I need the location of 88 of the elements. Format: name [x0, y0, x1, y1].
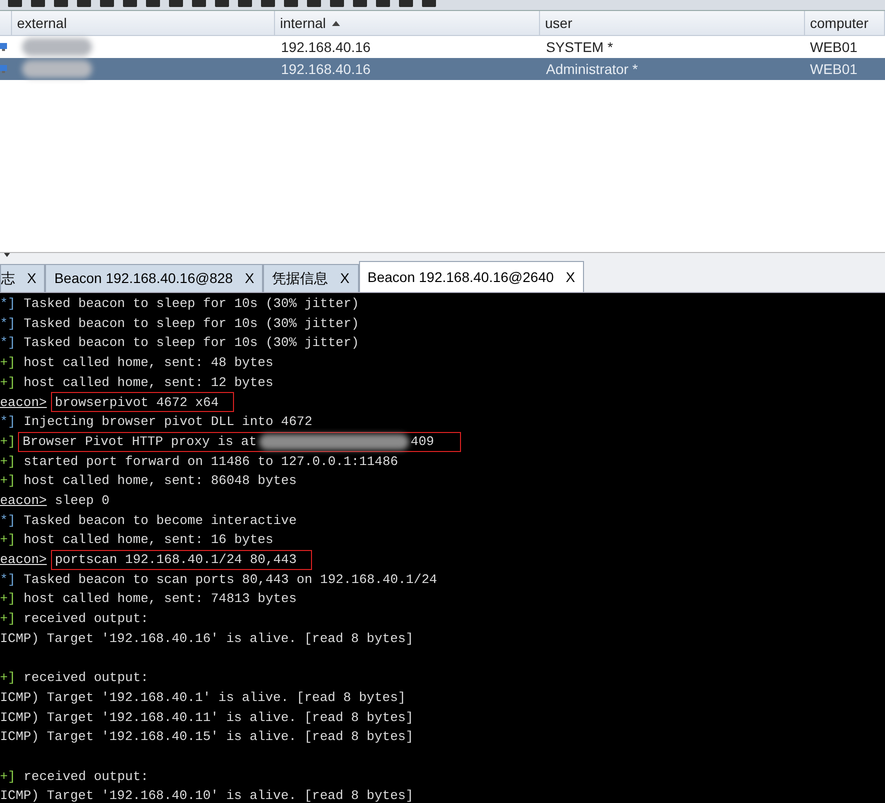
redaction-blur: [22, 38, 92, 56]
log-text: started port forward on 11486 to 127.0.0.1:11486: [24, 452, 398, 471]
toolbar-icon[interactable]: [8, 0, 22, 7]
toolbar-icon[interactable]: [77, 0, 91, 7]
status-prefix: *]: [0, 334, 16, 352]
monitor-icon: [0, 42, 7, 52]
column-header[interactable]: internal: [275, 11, 540, 35]
toolbar-icon[interactable]: [54, 0, 68, 7]
status-prefix: +]: [0, 432, 16, 451]
command-text: sleep 0: [54, 492, 110, 510]
log-text: 409: [410, 432, 434, 451]
toolbar-icon[interactable]: [192, 0, 206, 7]
toolbar-icon[interactable]: [169, 0, 183, 7]
log-text: received output:: [24, 610, 148, 628]
monitor-icon: [0, 64, 7, 74]
command-text: browserpivot 4672 x64: [54, 394, 219, 412]
status-prefix: +]: [0, 669, 16, 688]
table-cell-text: 192.168.40.16: [280, 60, 372, 78]
log-text: host called home, sent: 16 bytes: [24, 531, 274, 550]
prompt-label: eacon>: [0, 394, 47, 412]
close-tab-button[interactable]: X: [244, 268, 254, 289]
toolbar-icon[interactable]: [123, 0, 137, 7]
close-tab-button[interactable]: X: [27, 268, 36, 289]
toolbar-icon[interactable]: [238, 0, 252, 7]
table-row[interactable]: 192.168.40.16 Administrator * WEB01: [0, 58, 885, 80]
status-prefix: *]: [0, 295, 16, 314]
toolbar-icon[interactable]: [146, 0, 160, 7]
log-text: ICMP) Target '192.168.40.1' is alive. [read 8 bytes]: [0, 688, 406, 707]
log-text: Tasked beacon to become interactive: [24, 512, 297, 530]
tab[interactable]: Beacon 192.168.40.16@828 X: [45, 264, 264, 292]
log-text: ICMP) Target '192.168.40.10' is alive. [read 8 bytes]: [0, 787, 414, 803]
toolbar-icon[interactable]: [330, 0, 344, 7]
table-cell-text: WEB01: [809, 60, 858, 78]
status-prefix: +]: [0, 531, 16, 550]
toolbar-icon[interactable]: [215, 0, 229, 7]
status-prefix: +]: [0, 472, 16, 490]
status-prefix: *]: [0, 512, 16, 530]
log-text: ICMP) Target '192.168.40.11' is alive. [read 8 bytes]: [0, 708, 414, 727]
log-text: host called home, sent: 74813 bytes: [24, 590, 297, 608]
column-header[interactable]: computer: [805, 11, 885, 35]
status-prefix: +]: [0, 768, 16, 786]
column-header[interactable]: user: [540, 11, 805, 35]
status-prefix: +]: [0, 374, 16, 392]
log-text: received output:: [24, 768, 148, 786]
close-tab-button[interactable]: X: [340, 268, 350, 289]
command-text: portscan 192.168.40.1/24 80,443: [54, 551, 297, 570]
status-prefix: *]: [0, 413, 16, 432]
log-text: host called home, sent: 48 bytes: [24, 354, 274, 372]
toolbar-icon[interactable]: [353, 0, 367, 7]
sort-up-icon: [332, 20, 340, 26]
log-text: Injecting browser pivot DLL into 4672: [24, 413, 312, 432]
table-cell-text: 192.168.40.16: [280, 38, 372, 56]
log-text: received output:: [24, 669, 148, 688]
status-prefix: +]: [0, 590, 16, 608]
log-text: ICMP) Target '192.168.40.16' is alive. [read 8 bytes]: [0, 630, 414, 648]
status-prefix: +]: [0, 354, 16, 372]
log-text: host called home, sent: 86048 bytes: [24, 472, 297, 490]
column-header[interactable]: external: [12, 11, 275, 35]
tab[interactable]: Beacon 192.168.40.16@2640 X: [358, 261, 584, 292]
status-prefix: *]: [0, 314, 16, 333]
log-text: Browser Pivot HTTP proxy is at: [22, 432, 257, 451]
redaction-blur: [22, 60, 92, 78]
toolbar-icon[interactable]: [31, 0, 45, 7]
toolbar-icon[interactable]: [307, 0, 321, 7]
caret-icon[interactable]: [4, 253, 10, 257]
log-text: Tasked beacon to sleep for 10s (30% jitter): [24, 334, 360, 352]
prompt-label: eacon>: [0, 551, 47, 570]
status-prefix: +]: [0, 452, 16, 471]
toolbar-icon[interactable]: [100, 0, 114, 7]
prompt-label: eacon>: [0, 492, 47, 510]
toolbar-icon[interactable]: [376, 0, 390, 7]
toolbar-icon[interactable]: [422, 0, 436, 7]
tab[interactable]: 志 X: [0, 264, 46, 292]
log-text: Tasked beacon to sleep for 10s (30% jitter): [24, 295, 360, 314]
table-cell-text: Administrator *: [545, 60, 639, 78]
log-text: Tasked beacon to sleep for 10s (30% jitter): [24, 314, 360, 333]
log-text: ICMP) Target '192.168.40.15' is alive. [read 8 bytes]: [0, 728, 414, 746]
table-cell-text: WEB01: [809, 38, 858, 56]
toolbar-icon[interactable]: [284, 0, 298, 7]
status-prefix: +]: [0, 610, 16, 628]
log-text: Tasked beacon to scan ports 80,443 on 192.168.40.1/24: [24, 570, 438, 589]
status-prefix: *]: [0, 570, 16, 589]
close-tab-button[interactable]: X: [566, 266, 576, 288]
table-cell-text: SYSTEM *: [545, 38, 614, 56]
toolbar-icon[interactable]: [261, 0, 275, 7]
tab[interactable]: 凭据信息 X: [263, 264, 359, 292]
log-text: host called home, sent: 12 bytes: [24, 374, 274, 392]
toolbar-icon[interactable]: [399, 0, 413, 7]
